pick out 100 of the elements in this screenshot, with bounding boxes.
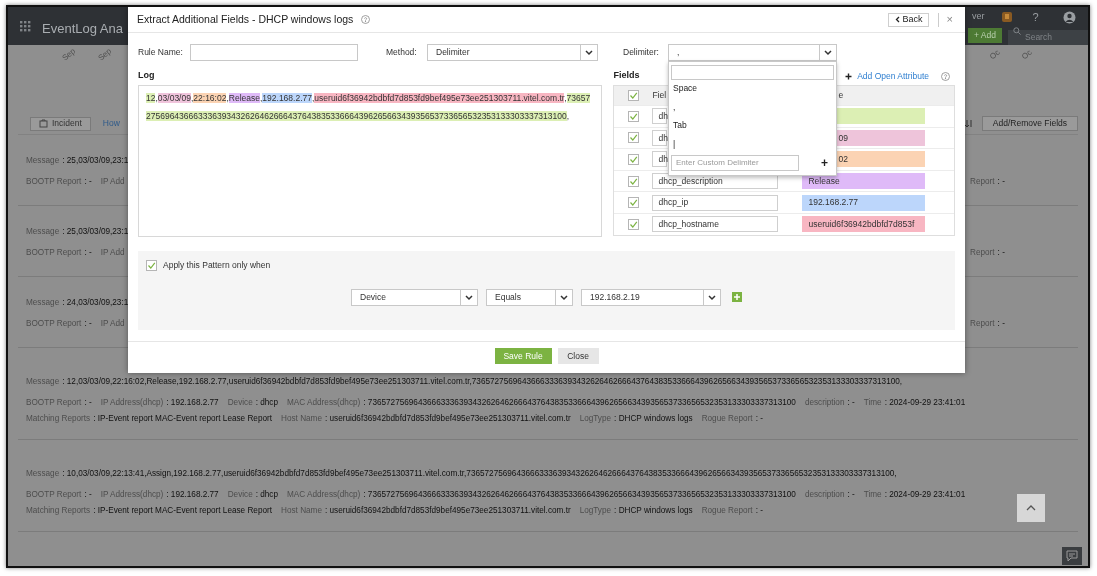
sort-icon[interactable] <box>963 119 974 128</box>
field-label: Method: <box>386 45 418 59</box>
field-label: Rule Name: <box>138 45 184 59</box>
field-value: : - <box>847 489 855 499</box>
column-header: e <box>838 89 844 102</box>
field-label: Rogue Report <box>701 413 753 423</box>
caret-icon <box>584 47 594 57</box>
help-menu[interactable]: ? <box>1032 8 1039 26</box>
incident-button[interactable]: Incident <box>30 116 91 131</box>
field-name-input[interactable]: dhcp_description <box>652 173 779 190</box>
field-label: Message <box>26 226 60 236</box>
close-button[interactable]: Close <box>557 348 599 364</box>
checkbox[interactable] <box>627 110 639 122</box>
checkbox[interactable] <box>627 132 639 144</box>
field-value: : 192.168.2.77 <box>166 489 219 499</box>
field-label: Report <box>970 176 995 186</box>
dropdown-option[interactable]: Space <box>671 79 834 98</box>
add-condition-button[interactable] <box>732 292 742 303</box>
search-icon <box>1013 27 1021 35</box>
field-value: : - <box>997 176 1005 186</box>
field-label: Host Name <box>281 505 322 515</box>
field-value: Release <box>802 173 926 190</box>
briefcase-icon <box>39 119 48 128</box>
chevron-up-icon <box>1026 505 1036 511</box>
field-value: : IP-Event report MAC-Event report Lease Report <box>93 413 272 423</box>
field-name-input[interactable]: dh <box>652 151 668 168</box>
field-label: Message <box>26 468 60 478</box>
field-name-input[interactable]: dhcp_hostname <box>652 216 779 233</box>
add-open-attribute-link[interactable]: Add Open Attribute <box>857 69 929 83</box>
field-label: Time <box>863 489 882 499</box>
user-name: ver <box>972 10 985 24</box>
operator-select[interactable]: Equals <box>486 288 573 306</box>
field-label: BOOTP Report <box>26 176 82 186</box>
checkbox-label: Apply this Pattern only when <box>163 259 271 272</box>
delimiter-select[interactable]: , <box>668 43 837 61</box>
field-label: IP Add <box>100 318 125 328</box>
back-to-top-button[interactable] <box>1017 494 1045 522</box>
field-label: Message <box>26 297 60 307</box>
value-select[interactable]: 192.168.2.19 <box>581 288 721 306</box>
checkbox[interactable] <box>627 197 639 209</box>
field-value: : dhcp <box>255 489 278 499</box>
field-value: : 2024-09-29 23:41:01 <box>884 397 966 407</box>
checkbox[interactable] <box>627 175 639 187</box>
field-value: : - <box>84 247 92 257</box>
close-button[interactable]: × <box>946 11 953 28</box>
user-avatar-icon[interactable] <box>1062 10 1076 24</box>
plus-icon <box>845 72 853 80</box>
field-label: Rogue Report <box>701 505 753 515</box>
grid-menu-icon[interactable] <box>20 20 31 32</box>
section-label: Fields <box>613 69 640 83</box>
field-select[interactable]: Device <box>351 288 478 306</box>
field-value: : 10,03/03/09,22:13:41,Assign,192.168.2.77,useruid6f36942bdbfd7d853fd9bef495e73ee251303711.vitel.com.tr,7365727569643666333639343262646266643764383533666439626566343935653733656532353133303337313100, <box>62 468 897 478</box>
chat-icon[interactable] <box>1062 547 1082 565</box>
add-remove-fields-button[interactable]: Add/Remove Fields <box>981 116 1078 131</box>
field-name-input[interactable]: dh <box>652 129 668 146</box>
field-label: Matching Reports <box>26 413 91 423</box>
field-value: : IP-Event report MAC-Event report Lease Report <box>93 505 272 515</box>
field-name-input[interactable]: dh <box>652 108 668 125</box>
field-name-input[interactable]: dhcp_ip <box>652 194 779 211</box>
caret-icon <box>707 292 717 302</box>
field-value: : 7365727569643666333639343262646266643764383533666439626566343935653733656532353133303337313100 <box>363 397 796 407</box>
field-value: useruid6f36942bdbfd7d853f <box>802 216 926 233</box>
field-label: BOOTP Report <box>26 397 82 407</box>
field-value: : DHCP windows logs <box>614 505 693 515</box>
field-label: description <box>804 489 845 499</box>
field-label: Host Name <box>281 413 322 423</box>
dropdown-search-field[interactable] <box>671 64 834 80</box>
dropdown-option[interactable]: , <box>671 98 834 117</box>
field-value: : 25,03/03/09,23:1 <box>62 226 129 236</box>
field-value: 192.168.2.77 <box>802 194 926 211</box>
field-label: Message <box>26 376 60 386</box>
checkbox[interactable] <box>627 90 639 101</box>
custom-delimiter-field[interactable]: Enter Custom Delimiter <box>671 154 799 171</box>
field-value: : 24,03/03/09,23:1 <box>62 297 129 307</box>
field-label: Device <box>227 489 253 499</box>
field-label: BOOTP Report <box>26 489 82 499</box>
field-label: Report <box>970 318 995 328</box>
help-icon[interactable] <box>361 15 371 24</box>
field-value: : 2024-09-29 23:41:01 <box>884 489 966 499</box>
dialog-title: Extract Additional Fields - DHCP windows logs <box>137 11 354 27</box>
field-value: : - <box>997 318 1005 328</box>
checkbox[interactable] <box>146 259 157 271</box>
field-value: : - <box>847 397 855 407</box>
rule-name-field[interactable] <box>190 43 358 61</box>
notification-icon[interactable] <box>1000 11 1013 23</box>
field-value: : dhcp <box>255 397 278 407</box>
checkbox[interactable] <box>627 218 639 230</box>
field-value: : - <box>755 413 763 423</box>
caret-icon <box>823 47 833 57</box>
back-button[interactable]: Back <box>887 12 929 27</box>
field-label: Message <box>26 155 60 165</box>
app-title: EventLog Ana <box>42 20 123 39</box>
method-select[interactable]: Delimiter <box>427 43 598 61</box>
field-value: : - <box>997 247 1005 257</box>
field-label: LogType <box>579 505 612 515</box>
field-value: : 25,03/03/09,23:1 <box>62 155 129 165</box>
caret-icon <box>559 292 569 302</box>
checkbox[interactable] <box>627 154 639 165</box>
field-value: : - <box>84 176 92 186</box>
help-icon[interactable] <box>941 71 950 81</box>
